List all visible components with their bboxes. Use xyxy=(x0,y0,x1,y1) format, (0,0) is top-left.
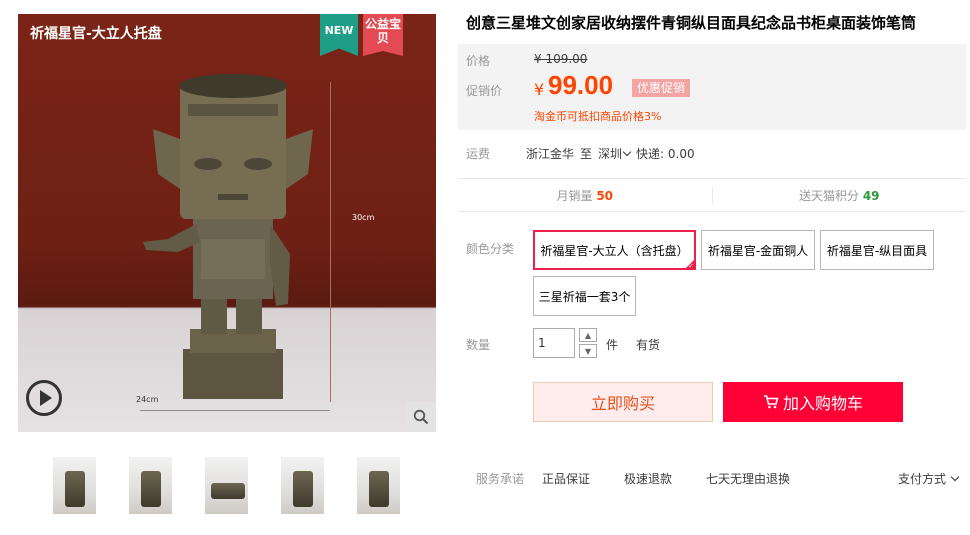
price-panel: 价格 ¥ 109.00 促销价 ¥ 99.00 优惠促销 淘金币可抵扣商品价格3… xyxy=(458,44,966,130)
play-icon xyxy=(40,390,52,406)
zoom-button[interactable] xyxy=(406,402,436,432)
height-dimension-line xyxy=(330,82,331,402)
buy-now-button[interactable]: 立即购买 xyxy=(533,382,713,422)
thumbnail-strip xyxy=(52,456,401,515)
service-promises: 服务承诺 正品保证 极速退款 七天无理由退换 xyxy=(476,470,824,487)
chevron-down-icon[interactable] xyxy=(622,147,632,157)
taojinbi-note[interactable]: 淘金币可抵扣商品价格3% xyxy=(534,108,661,124)
service-item-return[interactable]: 七天无理由退换 xyxy=(706,470,790,487)
thumbnail-2[interactable] xyxy=(128,456,173,515)
chevron-down-icon: ▼ xyxy=(584,346,592,356)
quantity-stepper: ▲ ▼ xyxy=(579,328,597,358)
ship-to-location[interactable]: 深圳 xyxy=(598,145,622,162)
tmall-points-label: 送天猫积分 xyxy=(798,188,859,203)
decrease-button[interactable]: ▼ xyxy=(579,344,597,358)
sku-option-4[interactable]: 三星祈福一套3个 xyxy=(533,276,636,316)
ship-to-word: 至 xyxy=(580,147,593,161)
chevron-up-icon: ▲ xyxy=(584,330,592,340)
charity-badge: 公益宝贝 xyxy=(363,14,403,56)
shipping-row: 运费 浙江金华 至 深圳 快递: 0.00 xyxy=(466,145,701,162)
quantity-label: 数量 xyxy=(466,338,491,352)
image-caption: 祈福星官-大立人托盘 xyxy=(30,26,162,42)
bronze-figure-illustration xyxy=(143,74,313,399)
height-dimension-label: 30cm xyxy=(352,213,375,222)
add-to-cart-button[interactable]: 加入购物车 xyxy=(723,382,903,422)
cart-icon xyxy=(763,395,779,409)
magnifier-icon xyxy=(413,409,429,425)
play-video-button[interactable] xyxy=(26,380,62,416)
increase-button[interactable]: ▲ xyxy=(579,328,597,342)
thumbnail-3[interactable] xyxy=(204,456,249,515)
sales-stats: 月销量 50 送天猫积分 49 xyxy=(458,178,966,212)
product-title: 创意三星堆文创家居收纳摆件青铜纵目面具纪念品书柜桌面装饰笔筒 xyxy=(466,14,917,32)
tmall-points-count: 49 xyxy=(862,188,880,203)
quantity-input[interactable] xyxy=(533,328,575,358)
sku-option-3[interactable]: 祈福星官-纵目面具 xyxy=(820,230,934,270)
width-dimension-line xyxy=(140,410,330,411)
thumbnail-1[interactable] xyxy=(52,456,97,515)
promo-price-label: 促销价 xyxy=(466,84,503,98)
thumbnail-5[interactable] xyxy=(356,456,401,515)
payment-methods[interactable]: 支付方式 xyxy=(898,470,964,487)
service-label: 服务承诺 xyxy=(476,472,525,486)
main-product-image[interactable]: 祈福星官-大立人托盘 NEW 公益宝贝 30cm 24cm xyxy=(18,14,436,432)
promo-price: 99.00 xyxy=(548,70,614,100)
currency-symbol: ¥ xyxy=(534,80,545,99)
ship-from: 浙江金华 xyxy=(526,147,575,161)
width-dimension-label: 24cm xyxy=(136,395,159,404)
sku-option-2[interactable]: 祈福星官-金面铜人 xyxy=(701,230,815,270)
add-to-cart-label: 加入购物车 xyxy=(782,394,863,413)
service-item-genuine[interactable]: 正品保证 xyxy=(542,470,590,487)
sku-option-1[interactable]: 祈福星官-大立人（含托盘） xyxy=(533,230,696,270)
stock-status: 有货 xyxy=(636,338,661,352)
shipping-label: 运费 xyxy=(466,147,491,161)
express-fee: 快递: 0.00 xyxy=(636,147,695,161)
monthly-sales-label: 月销量 xyxy=(556,188,593,203)
monthly-sales-count: 50 xyxy=(596,188,614,203)
service-item-refund[interactable]: 极速退款 xyxy=(624,470,672,487)
sku-label: 颜色分类 xyxy=(466,242,515,256)
tmall-points: 送天猫积分 49 xyxy=(711,186,967,204)
thumbnail-4[interactable] xyxy=(280,456,325,515)
chevron-down-icon xyxy=(950,472,960,482)
original-price: ¥ 109.00 xyxy=(534,52,588,66)
monthly-sales: 月销量 50 xyxy=(458,187,712,204)
promo-tag: 优惠促销 xyxy=(632,79,691,97)
quantity-unit: 件 xyxy=(606,338,619,352)
price-label: 价格 xyxy=(466,54,491,68)
payment-label: 支付方式 xyxy=(898,472,947,486)
